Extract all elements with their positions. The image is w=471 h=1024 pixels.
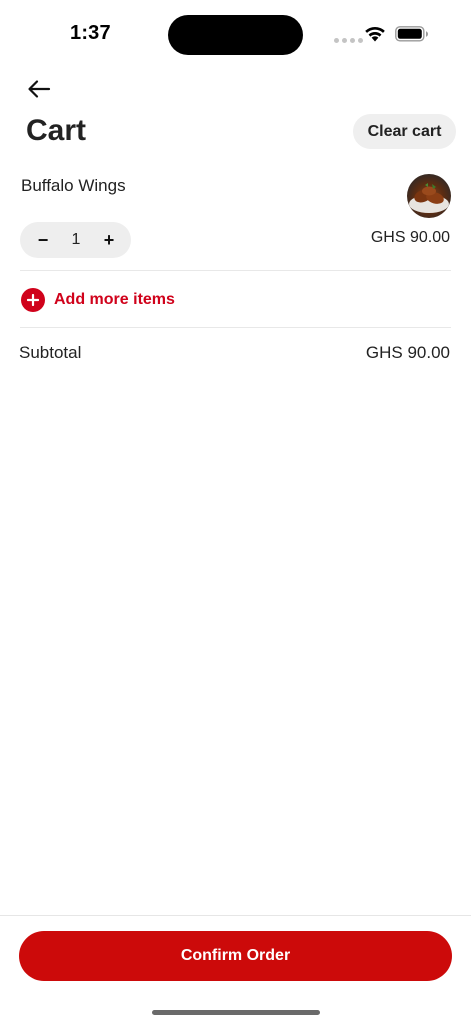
item-price: GHS 90.00 — [370, 229, 450, 246]
plus-circle-icon — [21, 287, 45, 312]
page-title: Cart — [26, 114, 87, 147]
subtotal-value: GHS 90.00 — [365, 343, 450, 362]
item-image — [407, 174, 451, 218]
back-button[interactable] — [24, 76, 54, 102]
add-more-items-button[interactable]: Add more items — [21, 287, 175, 312]
arrow-left-icon — [28, 80, 51, 98]
cellular-signal-icon — [334, 38, 363, 43]
buffalo-wings-image — [409, 183, 449, 213]
quantity-value: 1 — [71, 231, 81, 248]
item-name: Buffalo Wings — [21, 176, 126, 195]
status-bar: 1:37 — [0, 0, 471, 68]
subtotal-label: Subtotal — [19, 343, 82, 362]
confirm-order-button[interactable]: Confirm Order — [19, 931, 452, 981]
quantity-stepper: − 1 + — [20, 222, 131, 258]
divider — [20, 270, 451, 271]
decrement-button[interactable]: − — [35, 231, 51, 249]
battery-icon — [395, 26, 428, 42]
home-indicator — [152, 1010, 320, 1015]
divider — [20, 327, 451, 328]
footer-divider — [0, 915, 471, 916]
add-more-items-label: Add more items — [54, 290, 175, 308]
dynamic-island — [168, 15, 303, 55]
increment-button[interactable]: + — [101, 231, 117, 249]
wifi-icon — [365, 26, 385, 42]
clear-cart-button[interactable]: Clear cart — [353, 114, 456, 149]
status-time: 1:37 — [70, 22, 111, 44]
